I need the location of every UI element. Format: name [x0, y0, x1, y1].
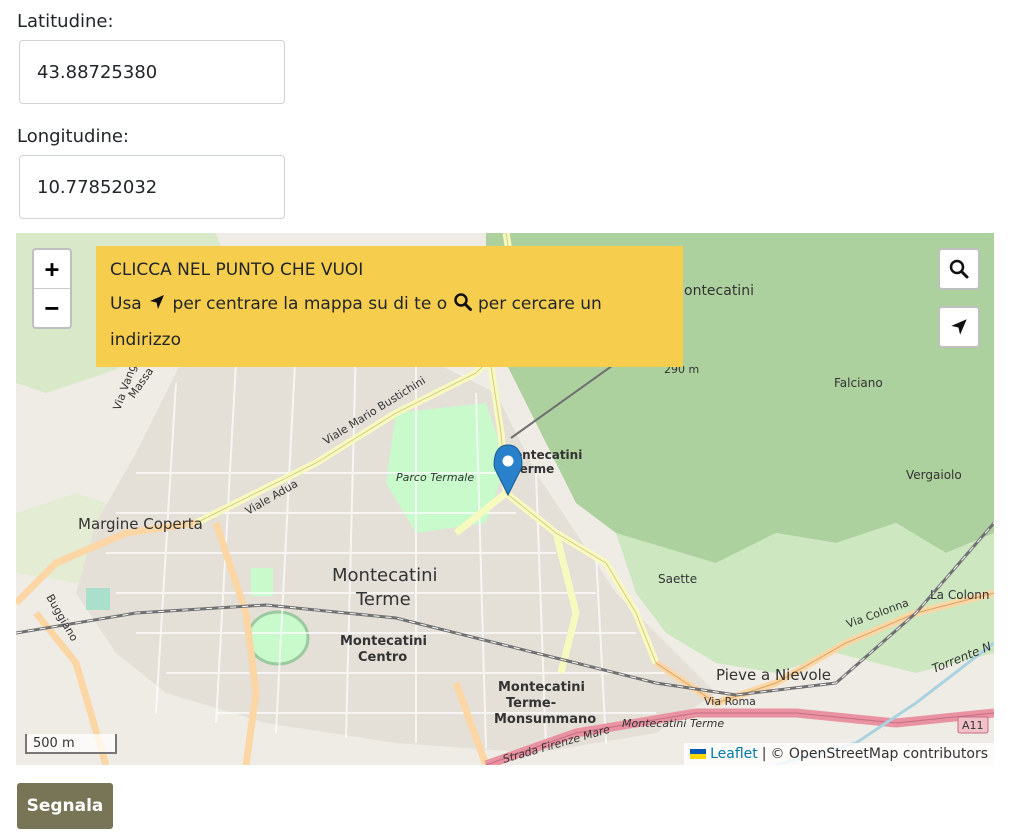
latitude-label: Latitudine: [17, 11, 114, 32]
label-station-centro-2: Centro [358, 650, 407, 665]
locate-arrow-icon [150, 295, 165, 309]
osm-attribution: © OpenStreetMap contributors [770, 746, 988, 762]
zoom-out-button[interactable]: − [34, 288, 70, 327]
submit-button[interactable]: Segnala [17, 783, 113, 829]
label-saette: Saette [658, 572, 697, 586]
instructions-body: Usa per centrare la mappa su di te o per… [110, 286, 669, 358]
map-scale: 500 m [25, 734, 117, 754]
label-la-colonna: La Colonn [930, 588, 989, 602]
leaflet-link[interactable]: Leaflet [710, 743, 758, 765]
instructions-center: per centrare la mappa su di te o [172, 294, 448, 314]
label-falciano: Falciano [834, 376, 883, 390]
map[interactable]: Montecatini Terme Margine Coperta Parco … [16, 233, 994, 765]
map-attribution: Leaflet | © OpenStreetMap contributors [684, 743, 994, 765]
ukraine-flag-icon [690, 749, 707, 759]
label-montecatini-alto: ontecatini [684, 283, 754, 299]
attribution-separator: | [761, 746, 767, 762]
label-via-roma: Via Roma [704, 695, 756, 708]
label-montecatini-terme: Montecatini [332, 565, 437, 586]
label-vergaiolo: Vergaiolo [906, 468, 962, 482]
label-pieve-a-nievole: Pieve a Nievole [716, 666, 831, 684]
label-parco-termale: Parco Termale [396, 471, 474, 484]
zoom-control: + − [32, 248, 72, 329]
latitude-input[interactable] [19, 40, 285, 104]
map-search-button[interactable] [938, 248, 980, 290]
locate-arrow-icon [951, 319, 967, 335]
zoom-in-button[interactable]: + [34, 250, 70, 288]
longitude-input[interactable] [19, 155, 285, 219]
longitude-label: Longitudine: [17, 126, 129, 147]
label-a11: A11 [962, 719, 984, 732]
label-montecatini-terme-hwy: Montecatini Terme [622, 717, 724, 730]
label-station-monsummano-3: Monsummano [494, 712, 596, 727]
label-station-monsummano: Montecatini [498, 680, 585, 695]
map-locate-button[interactable] [938, 306, 980, 348]
label-station-monsummano-2: Terme- [506, 696, 556, 711]
search-icon [949, 259, 969, 279]
label-margine-coperta: Margine Coperta [78, 515, 203, 533]
search-icon [453, 293, 472, 311]
label-station-centro: Montecatini [340, 634, 427, 649]
instructions-title: CLICCA NEL PUNTO CHE VUOI [110, 260, 364, 280]
map-instructions: CLICCA NEL PUNTO CHE VUOI Usa per centra… [96, 246, 683, 367]
instructions-use: Usa [110, 294, 142, 314]
label-montecatini-terme-2: Terme [355, 589, 411, 610]
